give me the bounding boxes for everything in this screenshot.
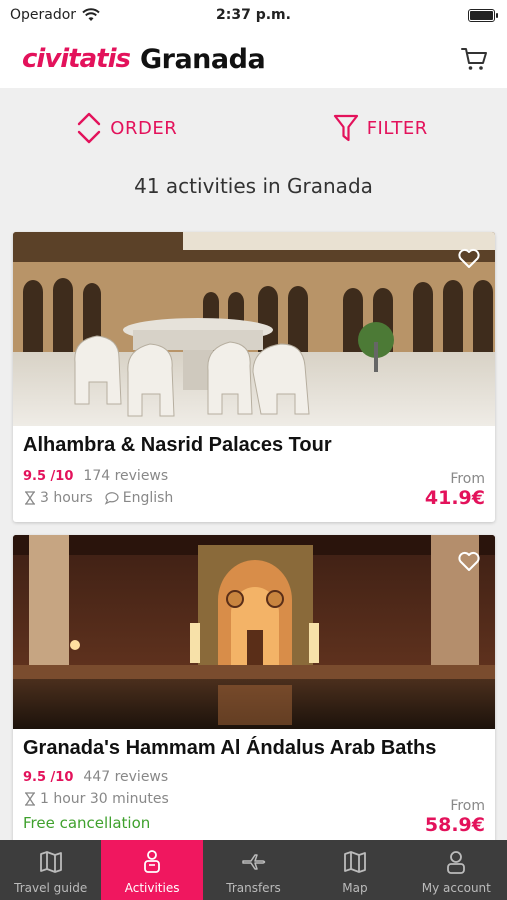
status-bar: Operador 2:37 p.m. <box>0 0 507 30</box>
activity-info-row: 9.5 /10 447 reviews 1 hour 30 minutes Fr… <box>13 766 495 836</box>
hourglass-icon <box>25 491 35 505</box>
activity-card[interactable]: Granada's Hammam Al Ándalus Arab Baths 9… <box>13 535 495 855</box>
plane-car-icon <box>241 854 265 870</box>
from-label: From <box>450 798 485 814</box>
activity-details: 9.5 /10 174 reviews 3 hours English <box>23 465 173 509</box>
free-cancellation-label: Free cancellation <box>23 814 151 832</box>
hammam-image <box>13 535 495 729</box>
brand-logo[interactable]: civitatis <box>22 44 131 74</box>
rating-score: 9.5 /10 <box>23 769 74 785</box>
activity-details: 9.5 /10 447 reviews 1 hour 30 minutes Fr… <box>23 766 169 836</box>
wifi-icon <box>82 8 100 21</box>
app-header: civitatis Granada <box>0 30 507 88</box>
tab-map[interactable]: Map <box>304 840 405 900</box>
cart-icon[interactable] <box>459 44 489 74</box>
traveler-icon <box>144 850 161 873</box>
tab-label: Map <box>342 881 368 895</box>
tab-label: Travel guide <box>14 881 88 895</box>
sort-filter-toolbar: ORDER FILTER <box>0 100 507 156</box>
tab-travel-guide[interactable]: Travel guide <box>0 840 101 900</box>
language: English <box>122 490 174 506</box>
duration: 3 hours <box>40 490 93 506</box>
bottom-tab-bar: Travel guide Activities Transfers Map My… <box>0 840 507 900</box>
tab-transfers[interactable]: Transfers <box>203 840 304 900</box>
results-count: 41 activities in Granada <box>134 174 373 198</box>
favorite-button[interactable] <box>449 238 489 278</box>
review-count[interactable]: 447 reviews <box>83 769 168 785</box>
filter-button[interactable]: FILTER <box>254 100 507 156</box>
review-count[interactable]: 174 reviews <box>83 468 168 484</box>
sort-icon <box>78 112 101 144</box>
tab-label: Transfers <box>226 881 281 895</box>
user-icon <box>447 851 466 874</box>
filter-label: FILTER <box>366 117 428 139</box>
price: 58.9€ <box>424 814 485 836</box>
favorite-button[interactable] <box>449 541 489 581</box>
heart-icon <box>458 248 480 268</box>
price-block: From 41.9€ <box>425 471 485 509</box>
alhambra-courtyard-image <box>13 232 495 426</box>
activity-title[interactable]: Granada's Hammam Al Ándalus Arab Baths <box>13 737 495 760</box>
carrier-label: Operador <box>10 7 77 23</box>
activity-card[interactable]: Alhambra & Nasrid Palaces Tour 9.5 /10 1… <box>13 232 495 522</box>
hourglass-icon <box>25 792 35 806</box>
map-icon <box>344 851 366 873</box>
speech-bubble-icon <box>104 492 119 505</box>
page-title: Granada <box>139 43 266 75</box>
activity-image[interactable] <box>13 535 495 729</box>
duration: 1 hour 30 minutes <box>40 791 169 807</box>
order-button[interactable]: ORDER <box>0 100 254 156</box>
filter-icon <box>333 114 358 142</box>
rating-score: 9.5 /10 <box>23 468 74 484</box>
tab-label: My account <box>421 881 491 895</box>
battery-icon <box>468 8 498 22</box>
tab-my-account[interactable]: My account <box>406 840 507 900</box>
order-label: ORDER <box>110 117 178 139</box>
from-label: From <box>450 471 485 487</box>
heart-icon <box>458 551 480 571</box>
price: 41.9€ <box>424 487 485 509</box>
status-left: Operador <box>10 7 100 23</box>
activity-title[interactable]: Alhambra & Nasrid Palaces Tour <box>13 434 495 457</box>
tab-activities[interactable]: Activities <box>101 840 203 900</box>
price-block: From 58.9€ <box>425 798 485 836</box>
tab-label: Activities <box>124 881 180 895</box>
activity-image[interactable] <box>13 232 495 426</box>
map-book-icon <box>39 851 62 873</box>
activity-info-row: 9.5 /10 174 reviews 3 hours English From… <box>13 465 495 509</box>
